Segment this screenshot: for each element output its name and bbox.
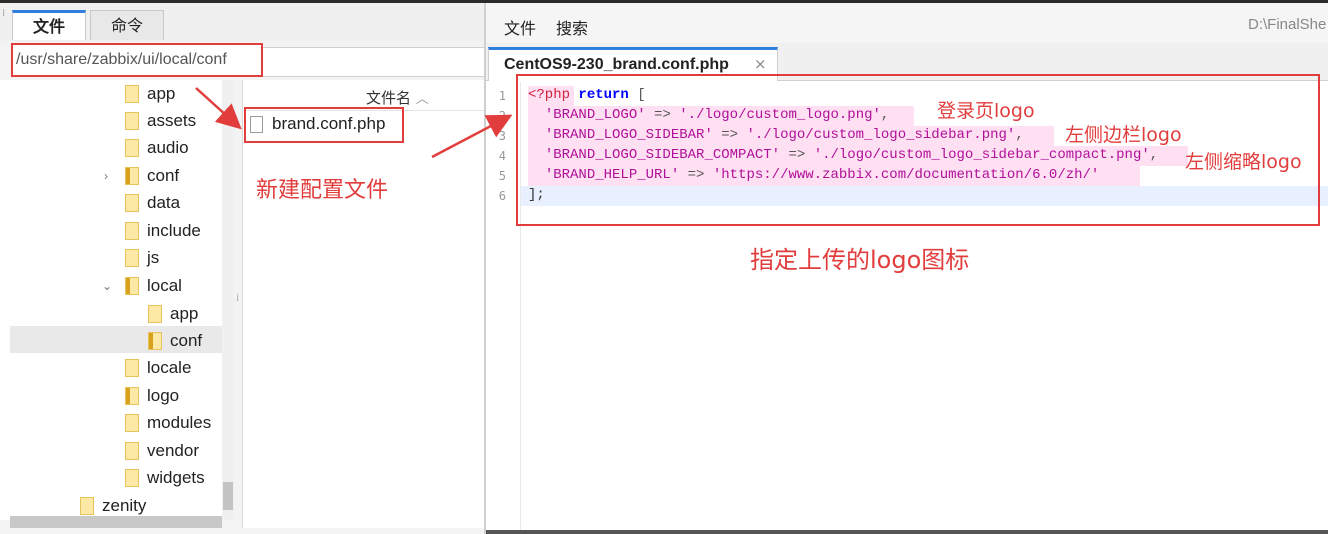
annotation-arrows bbox=[195, 87, 513, 159]
arrow-file-to-code bbox=[431, 114, 513, 159]
arrow-path-to-file bbox=[195, 87, 242, 130]
